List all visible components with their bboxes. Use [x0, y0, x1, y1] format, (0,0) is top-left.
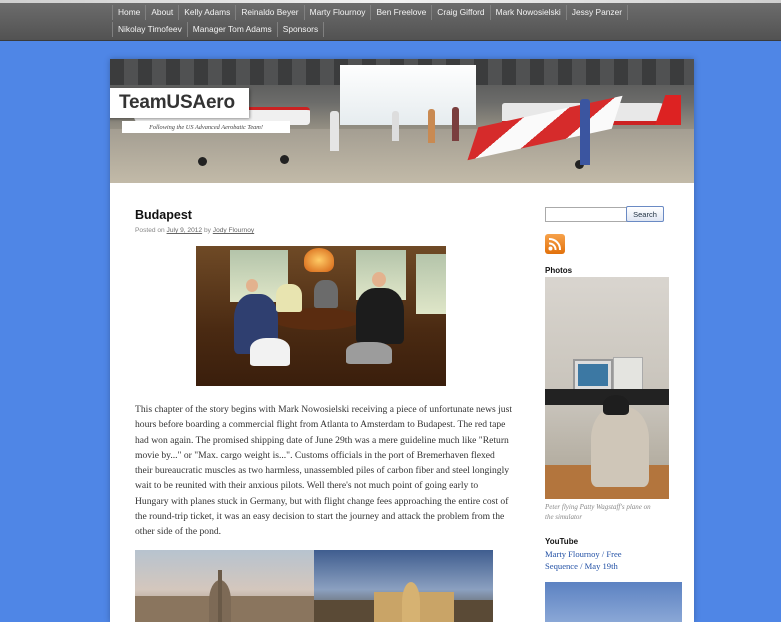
banner-person [428, 109, 435, 143]
youtube-video-link[interactable]: Marty Flournoy / Free Sequence / May 19t… [545, 548, 650, 572]
banner-person [392, 111, 399, 141]
post-meta-by: by [203, 227, 211, 234]
nav-item-home[interactable]: Home [112, 5, 147, 20]
youtube-thumbnail[interactable] [545, 582, 682, 622]
photo-person-shorts [346, 342, 392, 364]
post-date-link[interactable]: July 9, 2012 [167, 227, 203, 234]
top-navigation-bar: Home About Kelly Adams Reinaldo Beyer Ma… [0, 0, 781, 41]
photo-caption: Peter flying Patty Wagstaff's plane on t… [545, 503, 651, 521]
search-button[interactable]: Search [626, 206, 664, 222]
photo-person-cap [603, 395, 629, 415]
post-photo-parliament[interactable] [135, 550, 314, 622]
photo-person [314, 280, 338, 308]
nav-row-1: Home About Kelly Adams Reinaldo Beyer Ma… [112, 5, 629, 20]
nav-item-about[interactable]: About [146, 5, 180, 20]
nav-item-jessy-panzer[interactable]: Jessy Panzer [567, 5, 629, 20]
banner-person [452, 107, 459, 141]
photo-lamp [304, 248, 334, 272]
banner-person [330, 111, 339, 151]
post-photo-castle[interactable] [314, 550, 493, 622]
nav-item-kelly-adams[interactable]: Kelly Adams [179, 5, 237, 20]
post-title[interactable]: Budapest [135, 208, 192, 222]
youtube-heading: YouTube [545, 537, 579, 546]
nav-item-sponsors[interactable]: Sponsors [278, 22, 325, 37]
sidebar-photo-simulator[interactable] [545, 277, 669, 499]
rss-feed-icon[interactable] [545, 234, 565, 254]
photo-spire [218, 570, 222, 622]
photo-window [416, 254, 446, 314]
photo-pc-tower [613, 357, 643, 393]
nav-item-nikolay-timofeev[interactable]: Nikolay Timofeev [112, 22, 188, 37]
banner-person [580, 99, 590, 165]
post-author-link[interactable]: Jody Flournoy [213, 227, 254, 234]
top-strip [0, 0, 781, 3]
photo-person [591, 407, 649, 487]
site-title-text: TeamUSAero [119, 92, 235, 113]
nav-item-mark-nowosielski[interactable]: Mark Nowosielski [491, 5, 567, 20]
photo-person-head [372, 272, 386, 287]
nav-item-marty-flournoy[interactable]: Marty Flournoy [305, 5, 372, 20]
post-meta: Posted on July 9, 2012 by Jody Flournoy [135, 227, 254, 234]
hangar-floor [110, 129, 694, 183]
plane-left-wheel [280, 155, 289, 164]
post-photo-row [135, 550, 493, 622]
photo-person-shorts [250, 338, 290, 366]
post-meta-label: Posted on [135, 227, 165, 234]
plane-left-wheel-2 [198, 157, 207, 166]
post-body-paragraph: This chapter of the story begins with Ma… [135, 404, 512, 538]
post-body: This chapter of the story begins with Ma… [135, 402, 512, 540]
photo-person [356, 288, 404, 344]
post-photo-restaurant[interactable] [196, 246, 446, 386]
photo-monitor-screen [578, 364, 608, 386]
nav-row-2: Nikolay Timofeev Manager Tom Adams Spons… [112, 22, 325, 37]
nav-item-craig-gifford[interactable]: Craig Gifford [432, 5, 491, 20]
header-banner-image: TeamUSAero Following the US Advanced Aer… [110, 59, 694, 183]
site-title[interactable]: TeamUSAero [110, 88, 249, 118]
nav-item-ben-freelove[interactable]: Ben Freelove [371, 5, 433, 20]
photo-person [276, 284, 302, 312]
nav-item-reinaldo-beyer[interactable]: Reinaldo Beyer [236, 5, 305, 20]
page-content: TeamUSAero Following the US Advanced Aer… [110, 59, 694, 622]
search-input[interactable] [545, 207, 629, 222]
site-tagline: Following the US Advanced Aerobatic Team… [122, 121, 290, 133]
photos-heading: Photos [545, 266, 573, 275]
nav-item-manager-tom-adams[interactable]: Manager Tom Adams [188, 22, 278, 37]
photo-person-head [246, 279, 258, 292]
photo-castle-dome [402, 582, 420, 622]
